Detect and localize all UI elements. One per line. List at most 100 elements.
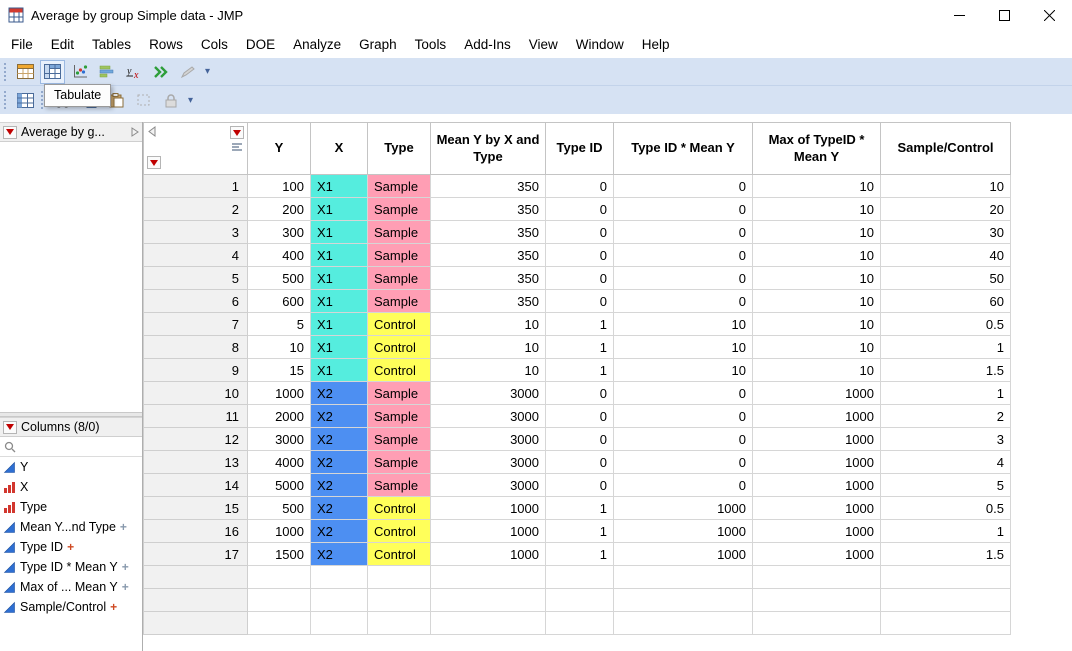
cell[interactable]: 350 bbox=[431, 267, 546, 290]
rows-red-triangle-menu-icon[interactable] bbox=[147, 156, 161, 169]
row-number[interactable]: 17 bbox=[144, 543, 248, 566]
cell[interactable]: Control bbox=[368, 543, 431, 566]
row-number[interactable]: 12 bbox=[144, 428, 248, 451]
cell[interactable]: 0 bbox=[546, 382, 614, 405]
column-header[interactable]: Type ID bbox=[546, 123, 614, 175]
cell[interactable]: 0 bbox=[614, 244, 753, 267]
cell[interactable]: Sample bbox=[368, 221, 431, 244]
cell[interactable]: 5000 bbox=[248, 474, 311, 497]
cell[interactable] bbox=[546, 566, 614, 589]
cell[interactable]: 0 bbox=[546, 267, 614, 290]
row-number[interactable]: 3 bbox=[144, 221, 248, 244]
collapse-panel-icon[interactable] bbox=[147, 126, 157, 137]
cell[interactable]: X2 bbox=[311, 543, 368, 566]
column-list-item[interactable]: Mean Y...nd Type+ bbox=[0, 517, 142, 537]
cell[interactable]: 10 bbox=[614, 313, 753, 336]
cell[interactable] bbox=[368, 612, 431, 635]
table-panel-red-triangle-icon[interactable] bbox=[3, 126, 17, 139]
panel-expand-icon[interactable] bbox=[129, 127, 139, 137]
cell[interactable]: 3000 bbox=[431, 405, 546, 428]
cell[interactable]: 15 bbox=[248, 359, 311, 382]
cell[interactable]: 1500 bbox=[248, 543, 311, 566]
cell[interactable]: Control bbox=[368, 336, 431, 359]
cell[interactable]: Sample bbox=[368, 428, 431, 451]
column-header[interactable]: Type ID * Mean Y bbox=[614, 123, 753, 175]
menu-item-window[interactable]: Window bbox=[567, 32, 633, 57]
cell[interactable]: Sample bbox=[368, 474, 431, 497]
cell[interactable]: Sample bbox=[368, 382, 431, 405]
cell[interactable]: 10 bbox=[614, 359, 753, 382]
cell[interactable]: 10 bbox=[248, 336, 311, 359]
cell[interactable] bbox=[614, 612, 753, 635]
row-number[interactable]: 11 bbox=[144, 405, 248, 428]
cell[interactable]: 10 bbox=[431, 313, 546, 336]
cell[interactable]: 30 bbox=[881, 221, 1011, 244]
toolbar-grip[interactable] bbox=[4, 91, 8, 109]
cell[interactable]: 10 bbox=[753, 359, 881, 382]
cell[interactable]: 0 bbox=[546, 428, 614, 451]
cell[interactable]: 3000 bbox=[431, 474, 546, 497]
cell[interactable]: 350 bbox=[431, 221, 546, 244]
toolbar-overflow-icon[interactable]: ▾ bbox=[188, 95, 193, 106]
row-number[interactable]: 2 bbox=[144, 198, 248, 221]
cell[interactable]: 10 bbox=[753, 244, 881, 267]
cell[interactable]: 350 bbox=[431, 244, 546, 267]
toolbar-grip[interactable] bbox=[4, 63, 8, 81]
cell[interactable]: 10 bbox=[753, 198, 881, 221]
row-number[interactable] bbox=[144, 566, 248, 589]
cell[interactable]: 1 bbox=[546, 520, 614, 543]
menu-item-tables[interactable]: Tables bbox=[83, 32, 140, 57]
cell[interactable]: 5 bbox=[881, 474, 1011, 497]
cell[interactable]: 1000 bbox=[614, 497, 753, 520]
cell[interactable] bbox=[614, 566, 753, 589]
cell[interactable] bbox=[546, 589, 614, 612]
cell[interactable] bbox=[311, 566, 368, 589]
cell[interactable]: 1000 bbox=[431, 543, 546, 566]
cell[interactable]: 40 bbox=[881, 244, 1011, 267]
cell[interactable]: X1 bbox=[311, 175, 368, 198]
cell[interactable]: Sample bbox=[368, 244, 431, 267]
cell[interactable]: 1000 bbox=[248, 520, 311, 543]
cell[interactable]: 4 bbox=[881, 451, 1011, 474]
row-number[interactable]: 13 bbox=[144, 451, 248, 474]
cell[interactable]: 1000 bbox=[614, 520, 753, 543]
cell[interactable]: 1000 bbox=[753, 451, 881, 474]
menu-item-doe[interactable]: DOE bbox=[237, 32, 284, 57]
row-number[interactable]: 14 bbox=[144, 474, 248, 497]
menu-item-tools[interactable]: Tools bbox=[406, 32, 456, 57]
cell[interactable]: X2 bbox=[311, 497, 368, 520]
row-number[interactable]: 5 bbox=[144, 267, 248, 290]
cell[interactable] bbox=[614, 589, 753, 612]
column-header[interactable]: X bbox=[311, 123, 368, 175]
cell[interactable]: 0 bbox=[614, 175, 753, 198]
cell[interactable]: X2 bbox=[311, 520, 368, 543]
cell[interactable]: 1.5 bbox=[881, 543, 1011, 566]
tabulate-icon[interactable] bbox=[40, 60, 65, 84]
cell[interactable] bbox=[311, 612, 368, 635]
cell[interactable]: Sample bbox=[368, 198, 431, 221]
column-list-item[interactable]: X bbox=[0, 477, 142, 497]
cell[interactable] bbox=[753, 566, 881, 589]
maximize-button[interactable] bbox=[982, 0, 1027, 30]
cell[interactable]: 1 bbox=[546, 543, 614, 566]
cell[interactable]: 0 bbox=[614, 221, 753, 244]
columns-panel-header[interactable]: Columns (8/0) bbox=[0, 417, 142, 437]
selection-icon[interactable] bbox=[131, 88, 156, 112]
row-number[interactable]: 6 bbox=[144, 290, 248, 313]
cell[interactable]: 1000 bbox=[753, 428, 881, 451]
cell[interactable]: 0 bbox=[546, 175, 614, 198]
cell[interactable] bbox=[546, 612, 614, 635]
cell[interactable]: 3000 bbox=[431, 382, 546, 405]
cell[interactable]: 10 bbox=[753, 290, 881, 313]
cell[interactable] bbox=[431, 612, 546, 635]
cell[interactable]: 20 bbox=[881, 198, 1011, 221]
cell[interactable]: 3000 bbox=[431, 428, 546, 451]
cell[interactable]: Sample bbox=[368, 175, 431, 198]
columns-panel-red-triangle-icon[interactable] bbox=[3, 421, 17, 434]
cell[interactable]: 0.5 bbox=[881, 313, 1011, 336]
cell[interactable]: 3 bbox=[881, 428, 1011, 451]
cell[interactable] bbox=[431, 566, 546, 589]
menu-item-rows[interactable]: Rows bbox=[140, 32, 192, 57]
data-filter-icon[interactable] bbox=[94, 60, 119, 84]
cell[interactable]: 10 bbox=[753, 267, 881, 290]
